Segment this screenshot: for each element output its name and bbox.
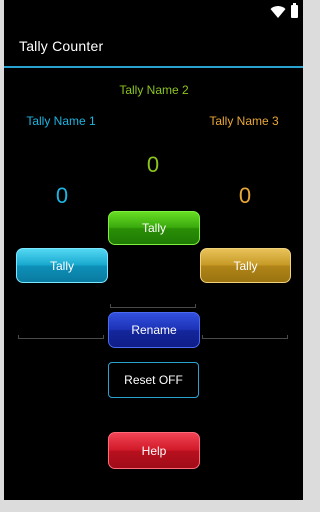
divider-top-center xyxy=(110,307,196,308)
divider-tick xyxy=(195,304,196,308)
tally-3-button[interactable]: Tally xyxy=(200,248,291,283)
divider-tick xyxy=(18,335,19,339)
app-window: Tally Counter Tally Name 2 0 Tally Tally… xyxy=(4,0,303,500)
tally-1-count: 0 xyxy=(55,183,69,208)
app-title: Tally Counter xyxy=(19,38,104,54)
wifi-icon xyxy=(270,6,286,19)
tally-3-name: Tally Name 3 xyxy=(209,114,279,128)
tally-1-name: Tally Name 1 xyxy=(26,114,96,128)
help-button[interactable]: Help xyxy=(108,432,200,469)
rename-button[interactable]: Rename xyxy=(108,312,200,348)
battery-icon xyxy=(291,3,298,18)
divider-tick xyxy=(103,335,104,339)
reset-toggle-button[interactable]: Reset OFF xyxy=(108,362,199,398)
tally-3-count: 0 xyxy=(238,183,252,208)
divider-tick xyxy=(110,304,111,308)
divider-right xyxy=(202,338,288,339)
divider-tick xyxy=(202,335,203,339)
tally-2-button[interactable]: Tally xyxy=(108,211,200,245)
divider-left xyxy=(18,338,104,339)
tally-2-count: 0 xyxy=(146,152,160,177)
action-bar: Tally Counter xyxy=(4,24,303,68)
divider-tick xyxy=(287,335,288,339)
action-bar-divider xyxy=(4,66,303,68)
tally-2-name: Tally Name 2 xyxy=(119,83,189,97)
tally-1-button[interactable]: Tally xyxy=(16,248,108,283)
status-bar xyxy=(4,0,303,24)
